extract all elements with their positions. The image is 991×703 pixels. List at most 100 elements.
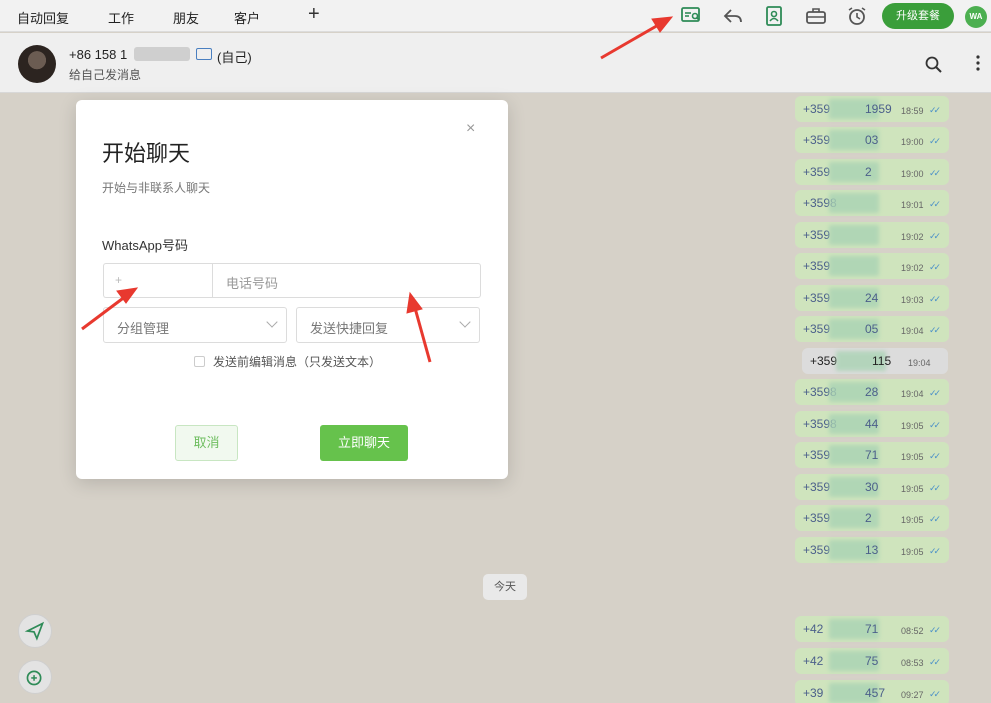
message-time: 08:52 [901, 626, 924, 636]
message-time: 19:04 [901, 389, 924, 399]
message-time: 19:05 [901, 515, 924, 525]
read-receipt-icon: ✓✓ [929, 420, 941, 430]
more-menu-icon[interactable] [972, 53, 984, 73]
tab-auto-reply[interactable]: 自动回复 [17, 8, 69, 27]
upgrade-button[interactable]: 升级套餐 [882, 3, 954, 29]
country-code-input[interactable]: + [103, 263, 213, 298]
tab-customers[interactable]: 客户 [234, 8, 260, 27]
toolbox-icon[interactable] [805, 5, 827, 27]
message-time: 19:04 [901, 326, 924, 336]
message-bubble[interactable]: +359 13 19:05 ✓✓ [795, 537, 949, 563]
whatsapp-number-label: WhatsApp号码 [102, 238, 188, 253]
message-bubble[interactable]: +359 2 19:05 ✓✓ [795, 505, 949, 531]
message-number-suffix: 28 [865, 385, 879, 399]
dialog-subtitle: 开始与非联系人聊天 [102, 181, 211, 195]
message-bubble[interactable]: +359 2 19:00 ✓✓ [795, 159, 949, 185]
message-number-suffix: 44 [865, 417, 879, 431]
message-number-prefix: +359 [810, 354, 838, 368]
self-tag: (自己) [217, 50, 252, 65]
read-receipt-icon: ✓✓ [929, 657, 941, 667]
wa-logo-icon[interactable]: WA [965, 6, 987, 28]
message-bubble[interactable]: +42 75 08:53 ✓✓ [795, 648, 949, 674]
contacts-icon[interactable] [763, 5, 785, 27]
message-bubble[interactable]: +359 1959 18:59 ✓✓ [795, 96, 949, 122]
message-number-prefix: +42 [803, 654, 824, 668]
message-bubble[interactable]: +359 115 19:04 [802, 348, 948, 374]
read-receipt-icon: ✓✓ [929, 451, 941, 461]
read-receipt-icon: ✓✓ [929, 105, 941, 115]
quick-reply-select-value: 发送快捷回复 [310, 321, 389, 336]
search-icon[interactable] [924, 55, 944, 75]
message-bubble[interactable]: +3598 28 19:04 ✓✓ [795, 379, 949, 405]
read-receipt-icon: ✓✓ [929, 294, 941, 304]
message-bubble[interactable]: +359 03 19:00 ✓✓ [795, 127, 949, 153]
cancel-button[interactable]: 取消 [175, 425, 238, 461]
message-number-suffix: 05 [865, 322, 879, 336]
message-number-suffix: 2 [865, 511, 872, 525]
chat-subtitle: 给自己发消息 [69, 68, 142, 82]
tab-work[interactable]: 工作 [108, 8, 134, 27]
group-select-value: 分组管理 [117, 321, 170, 336]
message-number-prefix: +359 [803, 511, 831, 525]
message-number-suffix: 457 [865, 686, 886, 700]
new-chat-icon[interactable] [680, 5, 702, 27]
read-receipt-icon: ✓✓ [929, 199, 941, 209]
group-select[interactable]: 分组管理 [103, 307, 287, 343]
message-bubble[interactable]: +3598 19:01 ✓✓ [795, 190, 949, 216]
message-number-prefix: +39 [803, 686, 824, 700]
close-icon[interactable]: × [466, 120, 475, 138]
chat-header: +86 158 1 (自己) 给自己发消息 [0, 33, 991, 93]
message-number-suffix: 2 [865, 165, 872, 179]
read-receipt-icon: ✓✓ [929, 168, 941, 178]
message-time: 19:02 [901, 232, 924, 242]
message-number-suffix: 71 [865, 448, 879, 462]
message-bubble[interactable]: +39 457 09:27 ✓✓ [795, 680, 949, 703]
message-bubble[interactable]: +42 71 08:52 ✓✓ [795, 616, 949, 642]
message-bubble[interactable]: +3598 44 19:05 ✓✓ [795, 411, 949, 437]
dialog-title: 开始聊天 [102, 141, 191, 166]
message-number-suffix: 13 [865, 543, 879, 557]
message-bubble[interactable]: +359 19:02 ✓✓ [795, 253, 949, 279]
message-bubble[interactable]: +359 30 19:05 ✓✓ [795, 474, 949, 500]
alarm-icon[interactable] [846, 5, 868, 27]
send-icon [24, 621, 45, 641]
message-time: 19:04 [908, 358, 931, 368]
message-number-prefix: +42 [803, 622, 824, 636]
chevron-down-icon [266, 316, 278, 328]
tab-friends[interactable]: 朋友 [173, 8, 199, 27]
message-number-suffix: 24 [865, 291, 879, 305]
message-time: 19:03 [901, 295, 924, 305]
add-tab-button[interactable]: + [308, 3, 320, 26]
edit-before-send-checkbox[interactable] [194, 356, 205, 367]
message-bubble[interactable]: +359 19:02 ✓✓ [795, 222, 949, 248]
phone-number-input[interactable]: 电话号码 [212, 263, 481, 298]
message-bubble[interactable]: +359 05 19:04 ✓✓ [795, 316, 949, 342]
message-number-suffix: 75 [865, 654, 879, 668]
message-number-prefix: +359 [803, 480, 831, 494]
message-number-prefix: +359 [803, 291, 831, 305]
message-time: 19:02 [901, 263, 924, 273]
send-button[interactable] [18, 614, 52, 648]
message-time: 19:05 [901, 484, 924, 494]
redacted-phone-mask [134, 47, 190, 61]
edit-before-send-label[interactable]: 发送前编辑消息（只发送文本） [213, 353, 381, 370]
message-number-prefix: +359 [803, 228, 831, 242]
start-chat-button[interactable]: 立即聊天 [320, 425, 408, 461]
message-number-suffix: 1959 [865, 102, 892, 116]
redacted-number-mask [829, 193, 879, 213]
message-bubble[interactable]: +359 24 19:03 ✓✓ [795, 285, 949, 311]
schedule-button[interactable] [18, 660, 52, 694]
message-time: 08:53 [901, 658, 924, 668]
quick-reply-select[interactable]: 发送快捷回复 [296, 307, 480, 343]
message-bubble[interactable]: +359 71 19:05 ✓✓ [795, 442, 949, 468]
reply-icon[interactable] [722, 5, 744, 27]
avatar[interactable] [18, 45, 56, 83]
read-receipt-icon: ✓✓ [929, 689, 941, 699]
message-time: 09:27 [901, 690, 924, 700]
read-receipt-icon: ✓✓ [929, 262, 941, 272]
country-code-placeholder: + [115, 273, 123, 287]
message-number-suffix: 71 [865, 622, 879, 636]
message-time: 19:01 [901, 200, 924, 210]
contact-phone: +86 158 1 [69, 47, 128, 62]
read-receipt-icon: ✓✓ [929, 625, 941, 635]
